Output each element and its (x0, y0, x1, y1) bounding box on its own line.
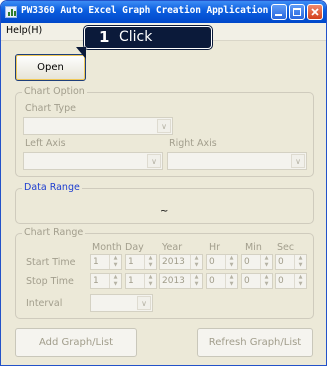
spin-arrows-icon: ▲ ▼ (260, 255, 272, 269)
spin-arrows-icon: ▲ ▼ (109, 255, 121, 269)
column-year: Year (162, 242, 183, 253)
stop-year-spinner[interactable]: 2013 ▲ ▼ (159, 273, 203, 289)
callout-pointer (76, 47, 86, 59)
left-axis-select[interactable]: ∨ (23, 152, 163, 170)
add-graph-list-button[interactable]: Add Graph/List (15, 328, 137, 357)
spin-arrows-icon: ▲ ▼ (144, 274, 156, 288)
start-hr-spinner[interactable]: 0 ▲ ▼ (206, 254, 238, 270)
step-text: Click (119, 29, 153, 45)
window-title: PW3360 Auto Excel Graph Creation Applica… (21, 5, 269, 16)
spin-arrows-icon: ▲ ▼ (225, 274, 237, 288)
stop-month-value: 1 (93, 276, 99, 286)
start-month-spinner[interactable]: 1 ▲ ▼ (90, 254, 122, 270)
start-time-label: Start Time (26, 257, 76, 268)
start-sec-value: 0 (278, 257, 284, 267)
start-min-spinner[interactable]: 0 ▲ ▼ (241, 254, 273, 270)
stop-time-label: Stop Time (26, 276, 74, 287)
chart-type-select[interactable]: ∨ (23, 117, 173, 135)
chevron-down-icon: ∨ (137, 296, 151, 310)
start-sec-spinner[interactable]: 0 ▲ ▼ (275, 254, 307, 270)
column-month: Month (92, 242, 122, 253)
app-window: PW3360 Auto Excel Graph Creation Applica… (0, 0, 327, 366)
column-sec: Sec (277, 242, 295, 253)
stop-day-value: 1 (128, 276, 134, 286)
stop-day-spinner[interactable]: 1 ▲ ▼ (125, 273, 157, 289)
data-range-separator: ~ (160, 206, 169, 217)
spin-arrows-icon: ▲ ▼ (225, 255, 237, 269)
start-hr-value: 0 (209, 257, 215, 267)
column-day: Day (125, 242, 144, 253)
minimize-button[interactable] (271, 4, 287, 20)
chart-type-label: Chart Type (25, 103, 76, 114)
stop-hr-value: 0 (209, 276, 215, 286)
right-axis-select[interactable]: ∨ (167, 152, 307, 170)
start-year-value: 2013 (162, 257, 185, 267)
spin-arrows-icon: ▲ ▼ (109, 274, 121, 288)
chevron-down-icon: ∨ (291, 154, 305, 168)
minimize-icon (275, 14, 282, 16)
stop-sec-spinner[interactable]: 0 ▲ ▼ (275, 273, 307, 289)
start-month-value: 1 (93, 257, 99, 267)
maximize-icon (293, 8, 301, 16)
data-range-title: Data Range (22, 182, 82, 193)
stop-year-value: 2013 (162, 276, 185, 286)
maximize-button[interactable] (289, 4, 305, 20)
stop-min-spinner[interactable]: 0 ▲ ▼ (241, 273, 273, 289)
menu-help[interactable]: Help(H) (6, 25, 42, 36)
start-min-value: 0 (244, 257, 250, 267)
stop-min-value: 0 (244, 276, 250, 286)
start-day-spinner[interactable]: 1 ▲ ▼ (125, 254, 157, 270)
title-bar[interactable]: PW3360 Auto Excel Graph Creation Applica… (1, 1, 326, 23)
right-axis-label: Right Axis (169, 138, 217, 149)
spin-arrows-icon: ▲ ▼ (144, 255, 156, 269)
spin-arrows-icon: ▲ ▼ (294, 274, 306, 288)
app-chart-icon (5, 6, 17, 18)
chevron-down-icon: ∨ (147, 154, 161, 168)
close-button[interactable] (307, 4, 323, 20)
step-number: 1 (99, 28, 110, 46)
spin-arrows-icon: ▲ ▼ (190, 255, 202, 269)
column-min: Min (245, 242, 262, 253)
interval-select[interactable]: ∨ (90, 294, 153, 312)
stop-hr-spinner[interactable]: 0 ▲ ▼ (206, 273, 238, 289)
start-year-spinner[interactable]: 2013 ▲ ▼ (159, 254, 203, 270)
stop-month-spinner[interactable]: 1 ▲ ▼ (90, 273, 122, 289)
close-icon (311, 8, 319, 16)
spin-arrows-icon: ▲ ▼ (260, 274, 272, 288)
column-hr: Hr (209, 242, 221, 253)
interval-label: Interval (26, 298, 63, 309)
chart-range-title: Chart Range (22, 227, 86, 238)
left-axis-label: Left Axis (25, 138, 66, 149)
chevron-down-icon: ∨ (157, 119, 171, 133)
start-day-value: 1 (128, 257, 134, 267)
stop-sec-value: 0 (278, 276, 284, 286)
spin-arrows-icon: ▲ ▼ (294, 255, 306, 269)
chart-option-title: Chart Option (22, 86, 87, 97)
refresh-graph-list-button[interactable]: Refresh Graph/List (197, 328, 313, 357)
spin-arrows-icon: ▲ ▼ (190, 274, 202, 288)
step-callout: 1 Click (84, 26, 212, 49)
